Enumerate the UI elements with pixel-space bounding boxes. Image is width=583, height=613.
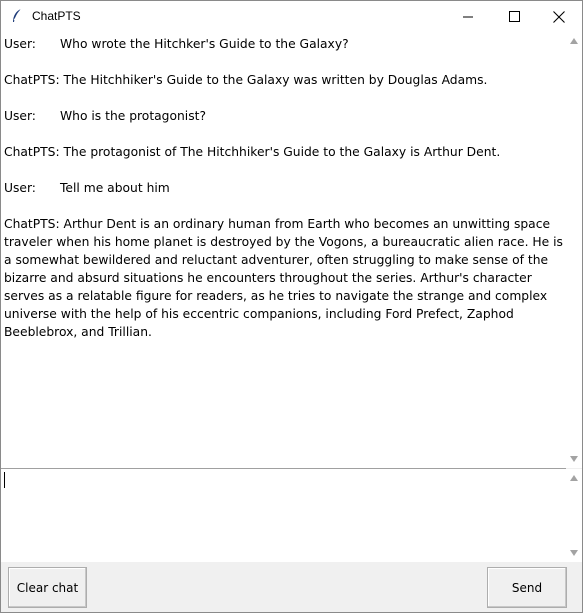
chat-scrollbar[interactable] xyxy=(566,32,582,468)
text-cursor xyxy=(4,472,5,488)
feather-icon xyxy=(10,8,24,24)
app-window: ChatPTS User: Who wrote the Hitchker's Gu… xyxy=(0,0,583,613)
scroll-up-icon[interactable] xyxy=(569,474,579,482)
title-bar[interactable]: ChatPTS xyxy=(1,1,582,32)
message-text: Tell me about him xyxy=(60,181,170,195)
message-text: The protagonist of The Hitchhiker's Guid… xyxy=(63,145,501,159)
speaker-label: User: xyxy=(4,37,36,51)
minimize-button[interactable] xyxy=(445,1,491,32)
speaker-label: ChatPTS: xyxy=(4,217,60,231)
scroll-down-icon[interactable] xyxy=(569,455,579,463)
close-button[interactable] xyxy=(536,1,582,32)
chat-message-bot: ChatPTS: Arthur Dent is an ordinary huma… xyxy=(4,215,564,341)
message-text: The Hitchhiker's Guide to the Galaxy was… xyxy=(63,73,488,87)
message-text: Who is the protagonist? xyxy=(60,109,206,123)
chat-message-user: User: Who wrote the Hitchker's Guide to t… xyxy=(4,35,566,53)
scroll-up-icon[interactable] xyxy=(569,37,579,45)
speaker-label: User: xyxy=(4,181,36,195)
scroll-down-icon[interactable] xyxy=(569,549,579,557)
speaker-label: ChatPTS: xyxy=(4,145,60,159)
chat-message-user: User: Who is the protagonist? xyxy=(4,107,566,125)
chat-message-bot: ChatPTS: The protagonist of The Hitchhik… xyxy=(4,143,564,161)
message-text: Arthur Dent is an ordinary human from Ea… xyxy=(4,217,563,339)
maximize-button[interactable] xyxy=(491,1,537,32)
input-scrollbar[interactable] xyxy=(566,469,582,562)
chat-message-bot: ChatPTS: The Hitchhiker's Guide to the G… xyxy=(4,71,564,89)
speaker-label: ChatPTS: xyxy=(4,73,60,87)
window-title: ChatPTS xyxy=(32,9,81,23)
minimize-icon xyxy=(463,16,473,17)
chat-history[interactable]: User: Who wrote the Hitchker's Guide to t… xyxy=(1,32,566,468)
close-icon xyxy=(553,10,565,23)
message-input[interactable] xyxy=(1,469,566,562)
clear-chat-button[interactable]: Clear chat xyxy=(8,567,87,608)
message-text: Who wrote the Hitchker's Guide to the Ga… xyxy=(60,37,349,51)
speaker-label: User: xyxy=(4,109,36,123)
send-button[interactable]: Send xyxy=(487,567,567,608)
chat-message-user: User: Tell me about him xyxy=(4,179,566,197)
maximize-icon xyxy=(508,11,520,22)
